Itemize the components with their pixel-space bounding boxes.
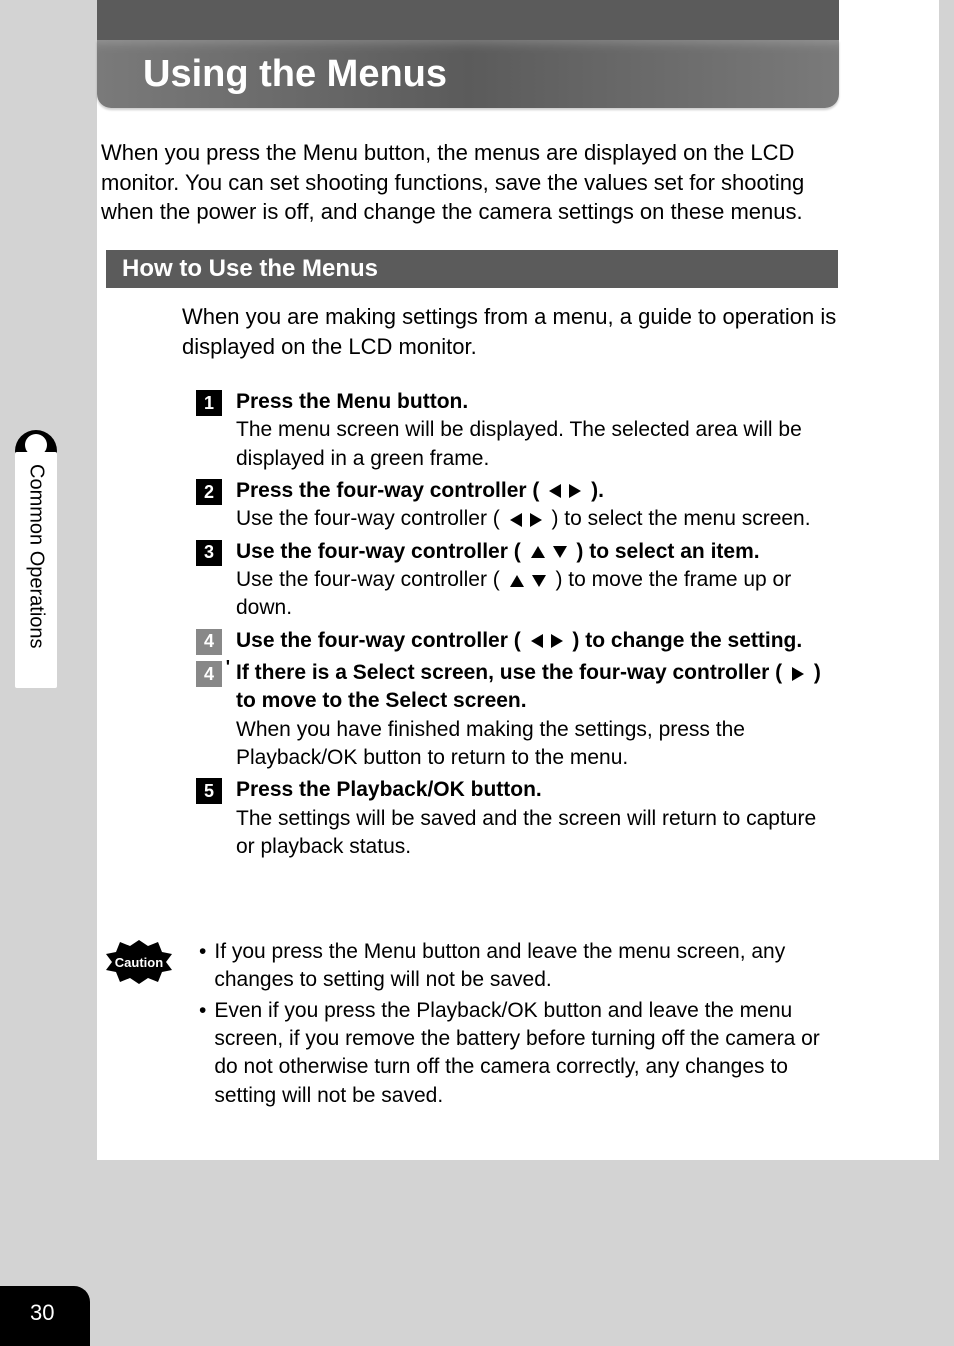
caution-icon: Caution: [97, 938, 181, 1112]
side-tab-dot: [25, 434, 47, 456]
step-title: Use the four-way controller ( ) to selec…: [236, 538, 834, 566]
step-item: 3 Use the four-way controller ( ) to sele…: [196, 538, 834, 623]
caution-label: Caution: [115, 955, 163, 970]
side-tab-label: Common Operations: [22, 464, 50, 684]
step-prime-mark: ': [226, 657, 230, 678]
step-number: 4': [196, 661, 222, 687]
step-number: 4: [196, 629, 222, 655]
right-arrow-icon: [530, 513, 542, 527]
step-description: When you have finished making the settin…: [236, 716, 834, 773]
title-bar: Using the Menus: [97, 40, 839, 108]
step-item: 4' If there is a Select screen, use the f…: [196, 659, 834, 772]
left-arrow-icon: [531, 634, 543, 648]
step-description: Use the four-way controller ( ) to selec…: [236, 505, 811, 533]
right-arrow-icon: [569, 484, 581, 498]
right-arrow-icon: [792, 667, 804, 681]
page-number: 30: [30, 1300, 54, 1326]
step-number: 2: [196, 479, 222, 505]
step-body: Press the Playback/OK button.The setting…: [236, 776, 834, 861]
step-description: The menu screen will be displayed. The s…: [236, 416, 834, 473]
up-arrow-icon: [531, 546, 545, 558]
step-item: 5 Press the Playback/OK button.The settin…: [196, 776, 834, 861]
right-arrow-icon: [551, 634, 563, 648]
step-item: 1 Press the Menu button.The menu screen w…: [196, 388, 834, 473]
step-body: Press the Menu button.The menu screen wi…: [236, 388, 834, 473]
step-number: 1: [196, 390, 222, 416]
caution-text: If you press the Menu button and leave t…: [214, 938, 829, 995]
page-title: Using the Menus: [143, 53, 447, 96]
step-body: Use the four-way controller ( ) to selec…: [236, 538, 834, 623]
caution-list: •If you press the Menu button and leave …: [199, 938, 829, 1112]
intro-paragraph: When you press the Menu button, the menu…: [97, 138, 839, 227]
caution-item: •Even if you press the Playback/OK butto…: [199, 997, 829, 1110]
step-description: Use the four-way controller ( ) to move …: [236, 566, 834, 623]
step-title: Press the Menu button.: [236, 388, 834, 416]
bullet-icon: •: [199, 997, 206, 1110]
left-arrow-icon: [510, 513, 522, 527]
step-item: 4 Use the four-way controller ( ) to chan…: [196, 627, 834, 655]
step-title: If there is a Select screen, use the fou…: [236, 659, 834, 716]
caution-text: Even if you press the Playback/OK button…: [214, 997, 829, 1110]
steps-list: 1 Press the Menu button.The menu screen w…: [196, 388, 834, 866]
step-body: Use the four-way controller ( ) to chang…: [236, 627, 802, 655]
caution-block: Caution •If you press the Menu button an…: [97, 938, 839, 1112]
bullet-icon: •: [199, 938, 206, 995]
step-number: 5: [196, 778, 222, 804]
step-body: If there is a Select screen, use the fou…: [236, 659, 834, 772]
step-description: The settings will be saved and the scree…: [236, 805, 834, 862]
header-stub: [97, 0, 839, 40]
left-arrow-icon: [549, 484, 561, 498]
down-arrow-icon: [553, 546, 567, 558]
up-arrow-icon: [510, 575, 524, 587]
step-number: 3: [196, 540, 222, 566]
section-bar: How to Use the Menus: [106, 250, 838, 288]
step-item: 2 Press the four-way controller ( ).Use t…: [196, 477, 834, 534]
step-title: Press the Playback/OK button.: [236, 776, 834, 804]
section-intro: When you are making settings from a menu…: [182, 302, 838, 361]
step-title: Use the four-way controller ( ) to chang…: [236, 627, 802, 655]
step-title: Press the four-way controller ( ).: [236, 477, 811, 505]
step-body: Press the four-way controller ( ).Use th…: [236, 477, 811, 534]
caution-item: •If you press the Menu button and leave …: [199, 938, 829, 995]
down-arrow-icon: [532, 575, 546, 587]
section-title: How to Use the Menus: [122, 255, 378, 283]
